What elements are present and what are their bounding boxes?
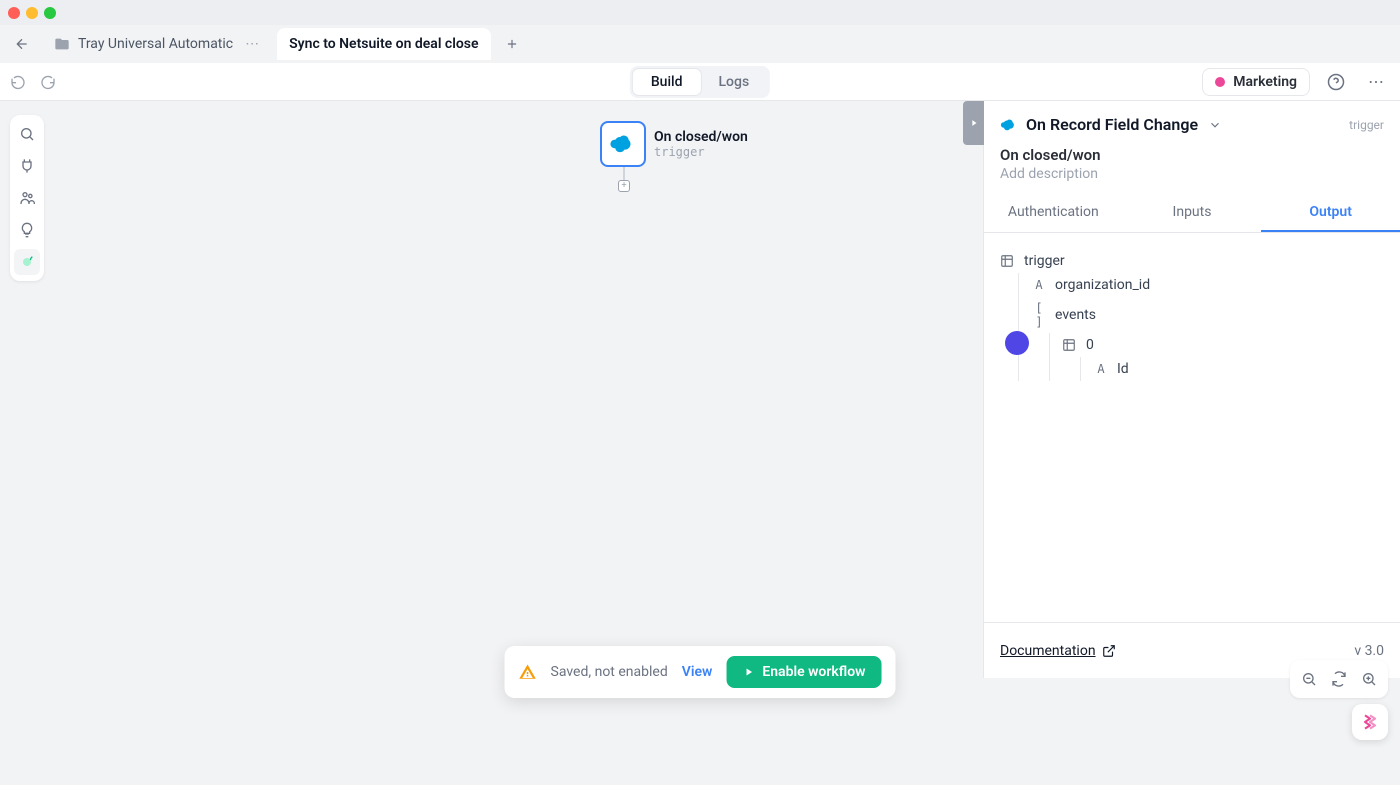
node-title: On closed/won: [654, 129, 748, 145]
panel-type-tag: trigger: [1349, 118, 1384, 132]
zoom-in-button[interactable]: [1356, 666, 1382, 692]
tree-org-label: organization_id: [1055, 277, 1150, 293]
node-icon-box: [600, 121, 646, 167]
status-message: Saved, not enabled: [551, 664, 668, 680]
tree-zero-label: 0: [1086, 337, 1094, 353]
documentation-link[interactable]: Documentation: [1000, 643, 1116, 659]
array-icon: [ ]: [1031, 301, 1047, 329]
workspace-color-dot: [1215, 77, 1225, 87]
brand-fab[interactable]: [1352, 704, 1388, 740]
tab-project-label: Tray Universal Automatic: [78, 36, 233, 52]
segment-build[interactable]: Build: [633, 69, 701, 95]
tree-org-id[interactable]: A organization_id: [1031, 273, 1384, 297]
output-tree: trigger A organization_id [ ] events: [984, 233, 1400, 397]
panel-description-input[interactable]: Add description: [984, 164, 1400, 192]
salesforce-icon: [1000, 118, 1018, 132]
add-tab-button[interactable]: [497, 33, 527, 55]
folder-icon: [54, 36, 70, 52]
properties-panel: On Record Field Change trigger On closed…: [984, 101, 1400, 678]
add-step-button[interactable]: +: [618, 180, 630, 192]
back-button[interactable]: [8, 32, 36, 56]
tab-output[interactable]: Output: [1261, 192, 1400, 232]
object-icon: [1062, 338, 1078, 352]
object-icon: [1000, 254, 1016, 268]
tree-id-label: Id: [1117, 361, 1129, 377]
build-logs-segment: Build Logs: [630, 66, 770, 98]
titlebar: [0, 0, 1400, 25]
node-labels: On closed/won trigger: [654, 129, 748, 159]
tab-active[interactable]: Sync to Netsuite on deal close: [277, 28, 490, 60]
string-icon: A: [1093, 362, 1109, 376]
segment-logs[interactable]: Logs: [701, 69, 768, 95]
panel-collapse-button[interactable]: [963, 101, 984, 145]
workflow-node-trigger[interactable]: On closed/won trigger: [600, 121, 748, 167]
view-link[interactable]: View: [682, 664, 713, 680]
brand-icon: [1360, 712, 1380, 732]
play-icon: [742, 666, 754, 678]
string-icon: A: [1031, 278, 1047, 292]
tree-index-0[interactable]: 0: [1062, 333, 1384, 357]
panel-step-title[interactable]: On closed/won: [984, 140, 1400, 164]
toolbar: Build Logs Marketing ⋯: [0, 63, 1400, 101]
window-close-button[interactable]: [8, 7, 20, 19]
tree-events-label: events: [1055, 307, 1096, 323]
tree-highlight-dot: [1005, 331, 1029, 355]
version-label: v 3.0: [1354, 643, 1384, 659]
help-button[interactable]: [1322, 68, 1350, 96]
tab-inputs[interactable]: Inputs: [1123, 192, 1262, 232]
more-button[interactable]: ⋯: [1362, 68, 1390, 96]
tab-bar: Tray Universal Automatic ⋯ Sync to Netsu…: [0, 25, 1400, 63]
zoom-out-button[interactable]: [1296, 666, 1322, 692]
panel-heading: On Record Field Change: [1026, 115, 1198, 134]
tab-authentication[interactable]: Authentication: [984, 192, 1123, 232]
zoom-controls: [1290, 660, 1388, 698]
warning-icon: [519, 663, 537, 681]
window-minimize-button[interactable]: [26, 7, 38, 19]
redo-button[interactable]: [40, 74, 56, 90]
undo-button[interactable]: [10, 74, 26, 90]
external-link-icon: [1102, 644, 1116, 658]
tab-options-icon[interactable]: ⋯: [245, 36, 259, 52]
node-subtitle: trigger: [654, 145, 748, 159]
enable-workflow-button[interactable]: Enable workflow: [726, 656, 881, 688]
window-maximize-button[interactable]: [44, 7, 56, 19]
workspace-chip-label: Marketing: [1233, 74, 1297, 90]
panel-tabs: Authentication Inputs Output: [984, 192, 1400, 233]
footer: [0, 748, 1400, 785]
tab-active-label: Sync to Netsuite on deal close: [289, 36, 478, 52]
zoom-reset-button[interactable]: [1326, 666, 1352, 692]
workspace: On closed/won trigger + On Record Field …: [0, 101, 1400, 748]
tree-events[interactable]: [ ] events: [1031, 297, 1384, 333]
workspace-chip[interactable]: Marketing: [1202, 68, 1310, 96]
salesforce-icon: [609, 134, 637, 154]
status-toast: Saved, not enabled View Enable workflow: [505, 646, 896, 698]
node-connector-line: [623, 167, 625, 181]
chevron-down-icon[interactable]: [1208, 118, 1222, 132]
tree-root-label: trigger: [1024, 253, 1065, 269]
tab-project[interactable]: Tray Universal Automatic ⋯: [42, 28, 271, 60]
tree-root[interactable]: trigger: [1000, 249, 1384, 273]
tree-id[interactable]: A Id: [1093, 357, 1384, 381]
